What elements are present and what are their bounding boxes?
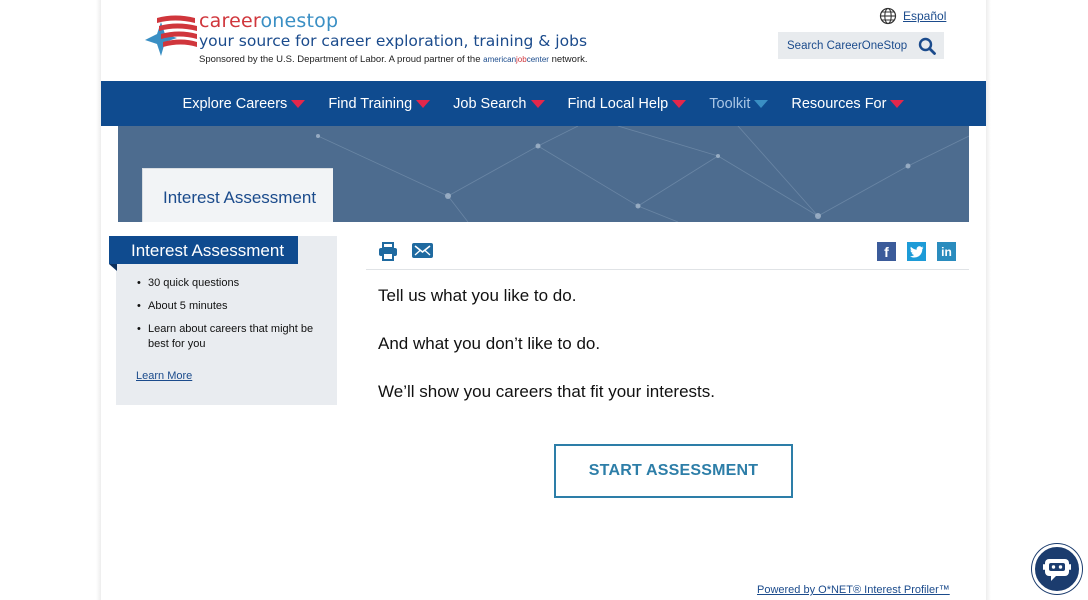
facebook-icon[interactable]: f — [877, 242, 896, 261]
nav-label: Find Local Help — [567, 95, 669, 112]
ajc-part-1: american — [483, 55, 517, 64]
caret-down-icon — [754, 99, 769, 108]
nav-label: Toolkit — [709, 95, 751, 112]
sponsor-suffix: network. — [551, 54, 588, 65]
caret-down-icon — [672, 99, 687, 108]
american-job-center-logo: americanjobcenter — [483, 55, 549, 64]
ajc-part-3: center — [526, 55, 549, 64]
intro-line-3: We’ll show you careers that fit your int… — [378, 382, 715, 401]
chatbot-icon — [1043, 559, 1071, 581]
nav-label: Explore Careers — [182, 95, 288, 112]
sponsor-prefix: Sponsored by the U.S. Department of Labo… — [199, 54, 481, 65]
search-button[interactable]: Search CareerOneStop — [778, 32, 944, 59]
divider — [366, 269, 969, 270]
sidebar-heading: Interest Assessment — [109, 236, 298, 264]
linkedin-icon[interactable]: in — [937, 242, 956, 261]
ajc-part-2: job — [516, 55, 527, 64]
language-switch: Español — [879, 7, 946, 25]
caret-down-icon — [890, 99, 905, 108]
nav-explore-careers[interactable]: Explore Careers — [183, 96, 306, 112]
page: careeronestop your source for career exp… — [101, 0, 986, 600]
nav-label: Find Training — [328, 95, 413, 112]
espanol-link[interactable]: Español — [903, 9, 946, 23]
brand-part-1: career — [199, 10, 261, 32]
twitter-icon[interactable] — [907, 242, 926, 261]
nav-label: Job Search — [453, 95, 527, 112]
sponsor-text: Sponsored by the U.S. Department of Labo… — [199, 54, 588, 65]
globe-icon — [879, 7, 897, 25]
hero-title-tab: Interest Assessment — [142, 168, 333, 222]
chat-widget-button[interactable] — [1032, 544, 1082, 594]
nav-find-local-help[interactable]: Find Local Help — [568, 96, 687, 112]
brand-part-2: onestop — [260, 10, 339, 32]
list-item: Learn about careers that might be best f… — [137, 322, 322, 352]
page-shadow-right — [986, 0, 991, 600]
search-label: Search CareerOneStop — [787, 39, 908, 52]
facebook-glyph: f — [884, 243, 889, 260]
caret-down-icon — [291, 99, 306, 108]
learn-more-link[interactable]: Learn More — [136, 370, 192, 382]
caret-down-icon — [530, 99, 545, 108]
intro-line-1: Tell us what you like to do. — [378, 286, 577, 305]
page-tools — [378, 242, 433, 261]
nav-toolkit[interactable]: Toolkit — [709, 95, 769, 112]
twitter-bird-icon — [909, 245, 923, 257]
powered-by-link[interactable]: Powered by O*NET® Interest Profiler™ — [757, 584, 950, 596]
brand-name[interactable]: careeronestop — [199, 10, 338, 32]
start-assessment-button[interactable]: START ASSESSMENT — [554, 444, 793, 498]
linkedin-glyph: in — [941, 244, 952, 259]
careeronestop-logo-icon[interactable] — [143, 12, 199, 58]
intro-line-2: And what you don’t like to do. — [378, 334, 601, 353]
nav-job-search[interactable]: Job Search — [453, 95, 545, 112]
nav-resources-for[interactable]: Resources For — [791, 95, 905, 112]
caret-down-icon — [416, 99, 431, 108]
nav-find-training[interactable]: Find Training — [328, 95, 431, 112]
print-icon[interactable] — [378, 242, 398, 261]
hero-title: Interest Assessment — [163, 188, 317, 207]
sidebar-title: Interest Assessment — [131, 241, 285, 260]
tagline: your source for career exploration, trai… — [199, 32, 588, 50]
main-nav: Explore Careers Find Training Job Search… — [101, 81, 986, 126]
list-item: 30 quick questions — [137, 276, 322, 291]
search-icon — [918, 37, 936, 55]
email-icon[interactable] — [412, 242, 433, 259]
sidebar-list: 30 quick questions About 5 minutes Learn… — [137, 276, 322, 360]
nav-label: Resources For — [791, 95, 887, 112]
list-item: About 5 minutes — [137, 299, 322, 314]
social-share: f in — [877, 242, 956, 261]
ribbon-fold-icon — [109, 264, 117, 271]
